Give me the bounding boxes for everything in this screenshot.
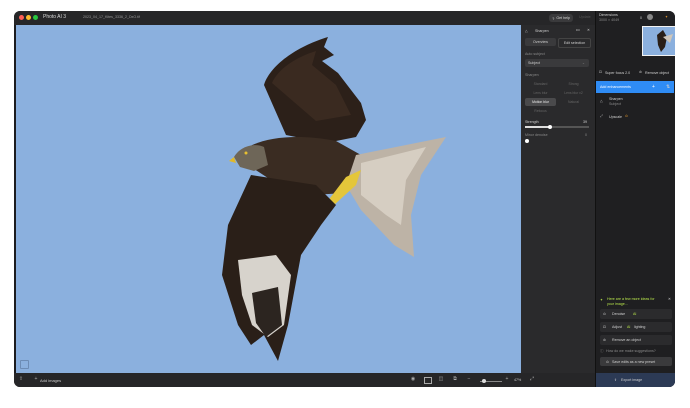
sharpen-icon: △: [600, 99, 603, 103]
fit-screen-icon[interactable]: ⤢: [529, 377, 535, 382]
lighting-icon: ⊡: [603, 325, 607, 329]
denoise-icon: ⊙: [603, 312, 607, 316]
tab-overview[interactable]: Overview: [525, 38, 556, 46]
minimize-window-button[interactable]: [26, 15, 31, 20]
sharpen-step-sub: Subject: [609, 102, 621, 106]
close-window-button[interactable]: [19, 15, 24, 20]
export-icon: ⇪: [614, 378, 618, 382]
preset-icon: ⊙: [606, 359, 610, 364]
export-image-label: Export image: [621, 378, 643, 382]
close-suggestions-icon[interactable]: ✕: [668, 297, 671, 301]
model-motion-blur[interactable]: Motion blur: [525, 98, 556, 106]
zoom-window-button[interactable]: [33, 15, 38, 20]
red-kite-photo: [222, 37, 446, 361]
upscale-icon: ⤢: [600, 114, 603, 118]
strength-slider-knob[interactable]: [547, 124, 552, 129]
help-icon: ?: [552, 15, 555, 21]
side-by-side-icon[interactable]: ⧉: [452, 377, 458, 382]
chevron-down-icon: ⌄: [582, 61, 586, 65]
export-image-button[interactable]: ⇪ Export image: [596, 373, 675, 387]
plus-icon: +: [34, 376, 38, 382]
navigator-thumbnail[interactable]: [642, 26, 675, 56]
strength-slider-fill: [525, 126, 550, 128]
swap-icon[interactable]: ⇅: [666, 84, 670, 90]
plus-icon: +: [652, 84, 655, 90]
subject-select[interactable]: Subject ⌄: [525, 59, 589, 67]
zoom-value: 47%: [514, 378, 522, 382]
split-view-icon[interactable]: ◫: [438, 377, 444, 382]
close-icon[interactable]: ✕: [587, 28, 590, 32]
upload-icon[interactable]: ⇧: [18, 377, 24, 382]
gift-icon[interactable]: ✦: [665, 15, 668, 19]
zoom-out-icon[interactable]: −: [466, 377, 472, 382]
strength-value: 39: [583, 120, 587, 124]
suggestion-label: Denoise: [612, 312, 626, 316]
remove-object-button[interactable]: Remove object: [645, 71, 669, 75]
minor-denoise-label: Minor denoise: [525, 133, 548, 137]
strength-label: Strength: [525, 120, 539, 124]
minor-denoise-value: 0: [585, 133, 587, 137]
add-enhancements-label: Add enhancements: [600, 85, 631, 89]
add-enhancements-button[interactable]: Add enhancements +: [596, 81, 674, 93]
dimensions-value: 3000 × 4049: [599, 18, 620, 22]
dimensions-label: Dimensions: [599, 13, 618, 17]
panel-title: Sharpen: [535, 29, 549, 33]
model-lens-blur-v2[interactable]: Lens blur v2: [558, 89, 589, 97]
single-view-icon[interactable]: [424, 377, 432, 384]
minor-denoise-knob[interactable]: [525, 139, 529, 143]
app-title: Photo AI 3: [43, 14, 67, 20]
image-canvas[interactable]: [16, 25, 521, 373]
model-refocus[interactable]: Refocus: [525, 107, 556, 115]
get-help-label: Get help: [556, 16, 570, 20]
notification-count: 0: [640, 16, 642, 20]
model-natural[interactable]: Natural: [558, 98, 589, 106]
save-preset-button[interactable]: ⊙ Save edits as a new preset: [600, 357, 672, 366]
app-window: Photo AI 3 2023_04_17_Kites_3336_2_DxO.t…: [14, 11, 675, 387]
sparkle-icon: ✦: [600, 298, 604, 302]
sharpen-panel-icon: △: [525, 29, 528, 33]
info-icon: ⓘ: [600, 349, 604, 353]
suggestion-remove-object[interactable]: ⊘ Remove an object: [600, 335, 672, 345]
model-standard[interactable]: Standard: [525, 80, 556, 88]
zoom-in-icon[interactable]: +: [504, 377, 510, 382]
ellipsis-icon[interactable]: •••: [576, 28, 580, 32]
subject-value: Subject: [528, 61, 540, 65]
model-strong[interactable]: Strong: [558, 80, 589, 88]
tab-edit-selection[interactable]: Edit selection: [558, 38, 591, 48]
avatar[interactable]: [647, 14, 653, 20]
model-lens-blur[interactable]: Lens blur: [525, 89, 556, 97]
remove-object-icon: ⊘: [639, 70, 643, 74]
suggestion-label: Remove an object: [612, 338, 641, 342]
eye-icon[interactable]: ◉: [410, 377, 416, 382]
title-bar: Photo AI 3 2023_04_17_Kites_3336_2_DxO.t…: [14, 11, 595, 25]
how-suggestions-link[interactable]: How do we make suggestions?: [606, 349, 656, 353]
upscale-warning-icon: ⊙: [625, 114, 629, 118]
remove-icon: ⊘: [603, 338, 607, 342]
save-preset-label: Save edits as a new preset: [612, 359, 656, 364]
add-images-button[interactable]: Add images: [40, 378, 61, 383]
file-name: 2023_04_17_Kites_3336_2_DxO.tif: [83, 15, 140, 19]
super-focus-button[interactable]: Super focus 2.0: [605, 71, 630, 75]
suggestion-denoise[interactable]: ⊙ Denoise AI: [600, 309, 672, 319]
ai-badge: AI: [627, 325, 631, 329]
suggestion-suffix: lighting: [634, 325, 646, 329]
suggestion-adjust-lighting[interactable]: ⊡ Adjust AI lighting: [600, 322, 672, 332]
model-label: Sharpen: [525, 73, 539, 77]
bottom-toolbar: ⇧ + Add images ◉ ◫ ⧉ − + 47% ⤢: [14, 373, 595, 387]
update-button[interactable]: Update: [579, 15, 591, 19]
super-focus-icon: ⊡: [599, 70, 603, 74]
sharpen-step-title[interactable]: Sharpen: [609, 97, 623, 101]
suggestions-title: Here are a few more ideas for your image…: [607, 297, 655, 306]
auto-subject-label: Auto subject: [525, 52, 545, 56]
suggestion-label: Adjust: [612, 325, 622, 329]
compare-toggle-icon[interactable]: [20, 360, 29, 369]
upscale-step[interactable]: Upscale: [609, 115, 622, 119]
enhancements-sidebar: Dimensions 3000 × 4049 0 ✦ ⊡ Super focus…: [595, 11, 675, 387]
zoom-slider-knob[interactable]: [482, 379, 486, 383]
ai-badge: AI: [633, 312, 637, 316]
thumbnail-bird: [657, 30, 673, 52]
get-help-button[interactable]: ? Get help: [549, 14, 573, 22]
adjust-panel: △ Sharpen ••• ✕ Overview Edit selection …: [521, 25, 595, 373]
